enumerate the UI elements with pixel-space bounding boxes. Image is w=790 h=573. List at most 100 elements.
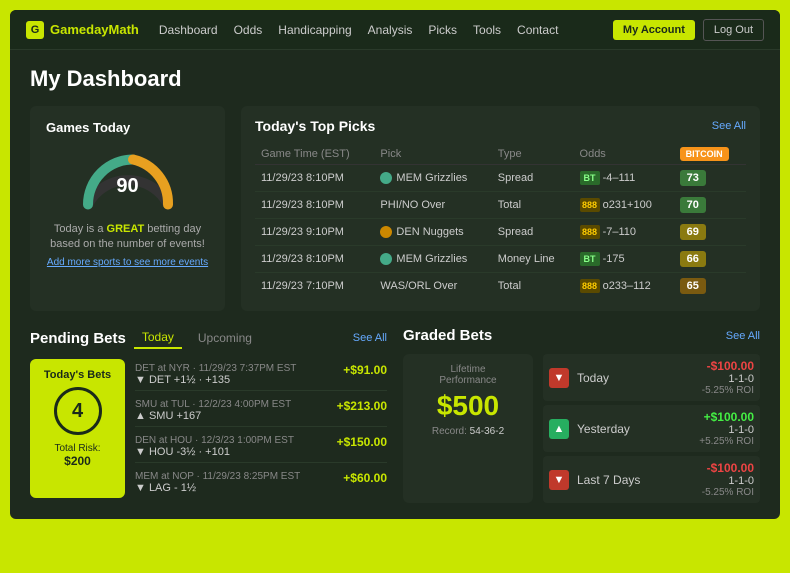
stat-arrow: ▼ bbox=[549, 368, 569, 388]
stat-roi: -5.25% ROI bbox=[702, 487, 754, 498]
stat-arrow: ▲ bbox=[549, 419, 569, 439]
bet-pick: WAS/ORL Over bbox=[374, 273, 491, 300]
add-sports-link[interactable]: Add more sports to see more events bbox=[47, 257, 208, 268]
pending-bets-inner: Today's Bets 4 Total Risk: $200 DET at N… bbox=[30, 359, 387, 498]
today-bets-circle: 4 bbox=[54, 387, 102, 435]
bet-pick: MEM Grizzlies bbox=[374, 246, 491, 273]
score-badge: 73 bbox=[680, 170, 706, 186]
bet-score: 66 bbox=[674, 246, 746, 273]
bet-meta: DET at NYR · 11/29/23 7:37PM EST bbox=[135, 363, 343, 374]
team-flag bbox=[380, 253, 392, 265]
graded-bets-inner: LifetimePerformance $500 Record: 54-36-2… bbox=[403, 354, 760, 503]
bet-team: ▼ LAG - 1½ bbox=[135, 482, 343, 494]
total-risk-label: Total Risk: bbox=[54, 443, 100, 454]
nav-analysis[interactable]: Analysis bbox=[368, 23, 413, 37]
stat-label: Today bbox=[577, 371, 694, 385]
tab-today[interactable]: Today bbox=[134, 327, 182, 349]
graded-bets-see-all[interactable]: See All bbox=[726, 330, 760, 342]
lifetime-record: Record: 54-36-2 bbox=[417, 426, 519, 437]
bets-list: DET at NYR · 11/29/23 7:37PM EST ▼ DET +… bbox=[135, 359, 387, 498]
navbar: G GamedayMath Dashboard Odds Handicappin… bbox=[10, 10, 780, 50]
col-bitcoin: BITCOIN bbox=[674, 144, 746, 165]
bet-odds: BT -4–111 bbox=[574, 165, 674, 192]
nav-links: Dashboard Odds Handicapping Analysis Pic… bbox=[159, 23, 613, 37]
bet-amount: +$91.00 bbox=[343, 363, 387, 377]
stat-record: 1-1-0 bbox=[702, 373, 754, 385]
bet-type: Spread bbox=[492, 219, 574, 246]
bet-team: ▼ DET +1½ · +135 bbox=[135, 374, 343, 386]
nav-actions: My Account Log Out bbox=[613, 19, 764, 41]
record-label: Record: bbox=[432, 426, 467, 437]
nav-odds[interactable]: Odds bbox=[234, 23, 263, 37]
games-today-title: Games Today bbox=[46, 120, 130, 135]
pending-bets-section: Pending Bets Today Upcoming See All Toda… bbox=[30, 327, 387, 503]
book-icon: 888 bbox=[580, 198, 600, 212]
bet-time: 11/29/23 8:10PM bbox=[255, 192, 374, 219]
bet-amount: +$150.00 bbox=[337, 435, 387, 449]
top-picks-title: Today's Top Picks bbox=[255, 118, 375, 134]
bet-amount: +$60.00 bbox=[343, 471, 387, 485]
pending-bets-see-all[interactable]: See All bbox=[353, 332, 387, 344]
today-bets-box: Today's Bets 4 Total Risk: $200 bbox=[30, 359, 125, 498]
picks-row-0: 11/29/23 8:10PM MEM Grizzlies Spread BT … bbox=[255, 165, 746, 192]
picks-row-2: 11/29/23 9:10PM DEN Nuggets Spread 888 -… bbox=[255, 219, 746, 246]
score-badge: 70 bbox=[680, 197, 706, 213]
graded-bets-title: Graded Bets bbox=[403, 327, 492, 344]
bet-info: DEN at HOU · 12/3/23 1:00PM EST ▼ HOU -3… bbox=[135, 435, 337, 458]
stat-right: +$100.00 1-1-0 +5.25% ROI bbox=[699, 410, 754, 447]
bet-time: 11/29/23 7:10PM bbox=[255, 273, 374, 300]
stat-arrow: ▼ bbox=[549, 470, 569, 490]
graded-bets-section: Graded Bets See All LifetimePerformance … bbox=[403, 327, 760, 503]
logout-button[interactable]: Log Out bbox=[703, 19, 764, 41]
score-badge: 69 bbox=[680, 224, 706, 240]
bet-type: Money Line bbox=[492, 246, 574, 273]
outer-wrapper: G GamedayMath Dashboard Odds Handicappin… bbox=[0, 0, 790, 573]
stat-record: 1-1-0 bbox=[699, 424, 754, 436]
total-risk-amount: $200 bbox=[64, 454, 91, 468]
nav-dashboard[interactable]: Dashboard bbox=[159, 23, 218, 37]
bet-item-0: DET at NYR · 11/29/23 7:37PM EST ▼ DET +… bbox=[135, 359, 387, 391]
stat-amount: -$100.00 bbox=[702, 359, 754, 373]
logo-text: GamedayMath bbox=[50, 22, 139, 37]
desc-prefix: Today is a bbox=[54, 223, 107, 235]
bet-odds: 888 -7–110 bbox=[574, 219, 674, 246]
graded-bets-header: Graded Bets See All bbox=[403, 327, 760, 344]
nav-picks[interactable]: Picks bbox=[428, 23, 457, 37]
book-icon: 888 bbox=[580, 279, 600, 293]
bet-odds: 888 o233–112 bbox=[574, 273, 674, 300]
stat-roi: +5.25% ROI bbox=[699, 436, 754, 447]
my-account-button[interactable]: My Account bbox=[613, 20, 695, 40]
top-picks-card: Today's Top Picks See All Game Time (EST… bbox=[241, 106, 760, 311]
stat-label: Last 7 Days bbox=[577, 473, 694, 487]
stat-label: Yesterday bbox=[577, 422, 691, 436]
bet-item-3: MEM at NOP · 11/29/23 8:25PM EST ▼ LAG -… bbox=[135, 467, 387, 498]
bet-time: 11/29/23 8:10PM bbox=[255, 165, 374, 192]
stat-right: -$100.00 1-1-0 -5.25% ROI bbox=[702, 359, 754, 396]
bet-type: Total bbox=[492, 273, 574, 300]
picks-row-1: 11/29/23 8:10PM PHI/NO Over Total 888 o2… bbox=[255, 192, 746, 219]
record-value: 54-36-2 bbox=[470, 426, 504, 437]
picks-row-4: 11/29/23 7:10PM WAS/ORL Over Total 888 o… bbox=[255, 273, 746, 300]
bet-score: 70 bbox=[674, 192, 746, 219]
graded-stats: ▼ Today -$100.00 1-1-0 -5.25% ROI ▲ Yest… bbox=[543, 354, 760, 503]
top-picks-see-all[interactable]: See All bbox=[712, 120, 746, 132]
bet-odds: BT -175 bbox=[574, 246, 674, 273]
bet-info: DET at NYR · 11/29/23 7:37PM EST ▼ DET +… bbox=[135, 363, 343, 386]
bet-item-2: DEN at HOU · 12/3/23 1:00PM EST ▼ HOU -3… bbox=[135, 431, 387, 463]
bet-score: 73 bbox=[674, 165, 746, 192]
main-container: G GamedayMath Dashboard Odds Handicappin… bbox=[10, 10, 780, 519]
bet-info: MEM at NOP · 11/29/23 8:25PM EST ▼ LAG -… bbox=[135, 471, 343, 494]
bet-info: SMU at TUL · 12/2/23 4:00PM EST ▲ SMU +1… bbox=[135, 399, 337, 422]
today-bets-label: Today's Bets bbox=[44, 369, 111, 381]
bet-amount: +$213.00 bbox=[337, 399, 387, 413]
great-text: GREAT bbox=[107, 223, 145, 235]
nav-contact[interactable]: Contact bbox=[517, 23, 558, 37]
graded-stat-1: ▲ Yesterday +$100.00 1-1-0 +5.25% ROI bbox=[543, 405, 760, 452]
nav-handicapping[interactable]: Handicapping bbox=[278, 23, 351, 37]
bet-odds: 888 o231+100 bbox=[574, 192, 674, 219]
top-picks-header: Today's Top Picks See All bbox=[255, 118, 746, 134]
bitcoin-icon: BITCOIN bbox=[680, 147, 729, 161]
nav-tools[interactable]: Tools bbox=[473, 23, 501, 37]
games-today-desc: Today is a GREAT betting day based on th… bbox=[46, 222, 209, 253]
tab-upcoming[interactable]: Upcoming bbox=[190, 328, 260, 348]
